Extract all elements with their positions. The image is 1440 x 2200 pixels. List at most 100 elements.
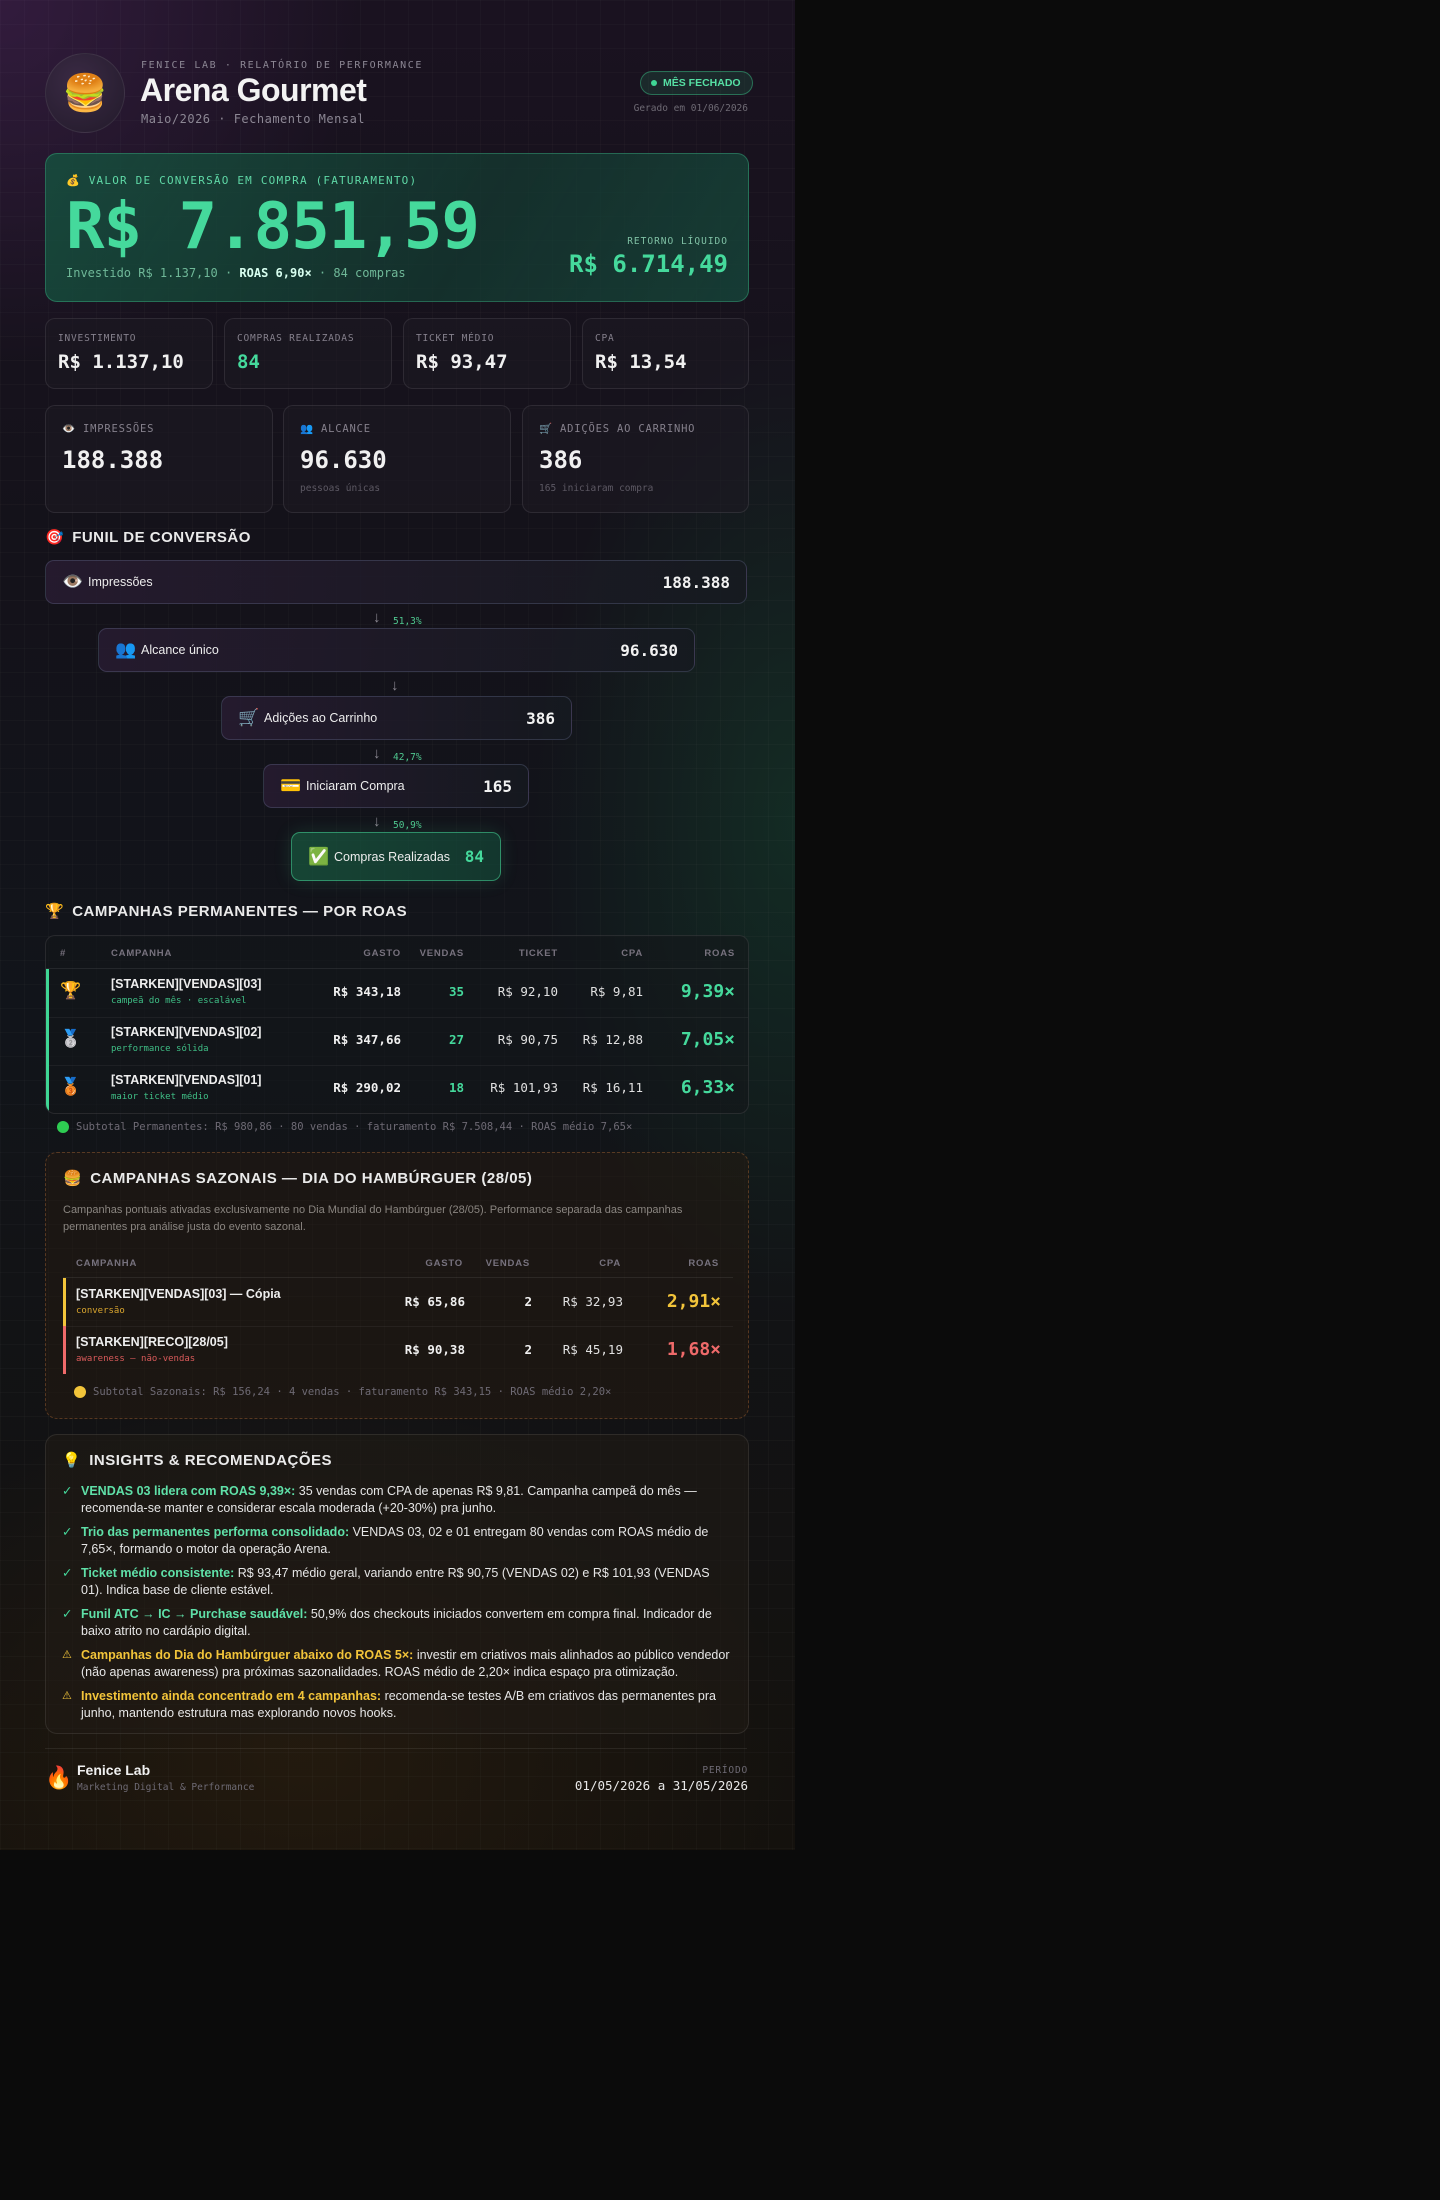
cpa-cell: R$ 16,11	[582, 1080, 643, 1095]
metric-value: 96.630	[300, 446, 387, 474]
net-return-value: R$ 6.714,49	[569, 250, 728, 278]
funnel-step-label: Alcance único	[141, 643, 219, 657]
table-row[interactable]: 🥉 [STARKEN][VENDAS][01] maior ticket méd…	[46, 1065, 748, 1113]
status-dot-icon	[651, 80, 657, 86]
warning-icon: ⚠	[62, 1649, 72, 1661]
metric-value: 188.388	[62, 446, 164, 474]
column-header: CAMPANHA	[111, 948, 173, 959]
check-mark-icon: ✅	[308, 846, 330, 866]
cpa-cell: R$ 32,93	[562, 1294, 623, 1309]
seasonal-subtotal: Subtotal Sazonais: R$ 156,24 · 4 vendas …	[74, 1386, 611, 1398]
insight-item: ✓ Trio das permanentes performa consolid…	[62, 1524, 732, 1557]
funnel-step-value: 386	[526, 708, 555, 728]
funnel-rate: 42,7%	[393, 752, 422, 763]
purchases-text: 84 compras	[333, 266, 406, 280]
table-row[interactable]: [STARKEN][VENDAS][03] — Cópia conversão …	[63, 1278, 733, 1326]
funnel-step-label: Impressões	[88, 575, 153, 589]
funnel-step-value: 188.388	[662, 572, 730, 592]
ticket-cell: R$ 101,93	[490, 1080, 558, 1095]
column-header: CPA	[621, 948, 643, 959]
column-header: VENDAS	[485, 1258, 530, 1269]
green-circle-icon	[57, 1121, 69, 1133]
roas-cell: 7,05×	[680, 1029, 735, 1050]
kpi-label: TICKET MÉDIO	[416, 333, 495, 344]
burger-icon: 🍔	[63, 1170, 83, 1187]
metric-card-impressions: 👁️ IMPRESSÕES 188.388	[45, 405, 273, 513]
status-badge-label: MÊS FECHADO	[663, 77, 741, 89]
sales-cell: 27	[448, 1032, 464, 1047]
row-accent	[63, 1278, 66, 1326]
report-kicker: FENICE LAB · RELATÓRIO DE PERFORMANCE	[141, 60, 423, 71]
silver-medal-icon: 🥈	[60, 1029, 82, 1048]
funnel-rate: 50,9%	[393, 820, 422, 831]
report-page: 🍔 FENICE LAB · RELATÓRIO DE PERFORMANCE …	[0, 0, 795, 1850]
row-accent	[46, 1065, 49, 1113]
footer-divider	[45, 1748, 747, 1749]
insights-list: ✓ VENDAS 03 lidera com ROAS 9,39×: 35 ve…	[62, 1483, 732, 1729]
hero-label: 💰 VALOR DE CONVERSÃO EM COMPRA (FATURAME…	[66, 174, 418, 187]
check-icon: ✓	[62, 1484, 73, 1498]
trophy-icon: 🏆	[45, 903, 65, 920]
insight-head: VENDAS 03 lidera com ROAS 9,39×:	[81, 1484, 296, 1498]
seasonal-campaigns-card: 🍔 CAMPANHAS SAZONAIS — DIA DO HAMBÚRGUER…	[45, 1152, 749, 1419]
sales-cell: 35	[448, 984, 464, 999]
kpi-card-purchases: COMPRAS REALIZADAS 84	[224, 318, 392, 389]
footer-period-label: PERÍODO	[702, 1765, 748, 1776]
insights-title: 💡 INSIGHTS & RECOMENDAÇÕES	[62, 1451, 333, 1470]
money-bag-icon: 💰	[66, 174, 81, 187]
revenue-hero-card: 💰 VALOR DE CONVERSÃO EM COMPRA (FATURAME…	[45, 153, 749, 302]
funnel-step-add-to-cart: 🛒 Adições ao Carrinho 386	[221, 696, 572, 740]
permanent-subtotal: Subtotal Permanentes: R$ 980,86 · 80 ven…	[57, 1121, 632, 1133]
insight-head: Ticket médio consistente:	[81, 1566, 235, 1580]
table-row[interactable]: 🏆 [STARKEN][VENDAS][03] campeã do mês · …	[46, 969, 748, 1017]
funnel-step-value: 96.630	[620, 640, 678, 660]
funnel-step-reach: 👥 Alcance único 96.630	[98, 628, 695, 672]
yellow-circle-icon	[74, 1386, 86, 1398]
spend-cell: R$ 290,02	[333, 1080, 401, 1095]
generated-date: Gerado em 01/06/2026	[633, 103, 748, 114]
insight-item: ✓ Funil ATC → IC → Purchase saudável: 50…	[62, 1606, 732, 1639]
fire-icon: 🔥	[45, 1765, 73, 1790]
target-icon: 🎯	[45, 529, 65, 546]
metric-card-add-to-cart: 🛒 ADIÇÕES AO CARRINHO 386 165 iniciaram …	[522, 405, 749, 513]
check-icon: ✓	[62, 1566, 73, 1580]
campaign-name: [STARKEN][VENDAS][01]	[111, 1073, 262, 1087]
cart-icon: 🛒	[539, 423, 553, 435]
campaign-tag: awareness — não-vendas	[76, 1354, 196, 1364]
cpa-cell: R$ 45,19	[562, 1342, 623, 1357]
funnel-step-impressions: 👁️ Impressões 188.388	[45, 560, 747, 604]
spend-cell: R$ 90,38	[404, 1342, 465, 1357]
ticket-cell: R$ 90,75	[497, 1032, 558, 1047]
metric-note: pessoas únicas	[300, 483, 381, 494]
table-row[interactable]: 🥈 [STARKEN][VENDAS][02] performance sóli…	[46, 1017, 748, 1065]
check-icon: ✓	[62, 1525, 73, 1539]
insight-item: ✓ VENDAS 03 lidera com ROAS 9,39×: 35 ve…	[62, 1483, 732, 1516]
campaign-name: [STARKEN][RECO][28/05]	[76, 1335, 228, 1349]
credit-card-icon: 💳	[280, 776, 302, 795]
cpa-cell: R$ 12,88	[582, 1032, 643, 1047]
revenue-value: R$ 7.851,59	[66, 190, 480, 264]
funnel-step-value: 84	[464, 847, 484, 866]
roas-cell: 9,39×	[680, 981, 735, 1002]
seasonal-campaigns-title: 🍔 CAMPANHAS SAZONAIS — DIA DO HAMBÚRGUER…	[63, 1169, 533, 1188]
cpa-cell: R$ 9,81	[590, 984, 643, 999]
kpi-label: COMPRAS REALIZADAS	[237, 333, 355, 344]
cart-icon: 🛒	[238, 708, 260, 727]
row-accent	[46, 969, 49, 1017]
footer-brand: Fenice Lab	[77, 1762, 151, 1778]
column-header: TICKET	[518, 948, 558, 959]
kpi-label: INVESTIMENTO	[58, 333, 137, 344]
kpi-label: CPA	[595, 333, 615, 344]
seasonal-description: Campanhas pontuais ativadas exclusivamen…	[63, 1204, 683, 1233]
burger-icon: 🍔	[45, 53, 125, 133]
kpi-card-cpa: CPA R$ 13,54	[582, 318, 749, 389]
column-header: GASTO	[363, 948, 401, 959]
table-row[interactable]: [STARKEN][RECO][28/05] awareness — não-v…	[63, 1326, 733, 1374]
insights-card: 💡 INSIGHTS & RECOMENDAÇÕES ✓ VENDAS 03 l…	[45, 1434, 749, 1734]
footer-period: 01/05/2026 a 31/05/2026	[574, 1778, 748, 1793]
row-accent	[46, 1017, 49, 1065]
arrow-down-icon: ↓	[373, 609, 381, 626]
check-icon: ✓	[62, 1607, 73, 1621]
campaign-tag: maior ticket médio	[111, 1092, 209, 1102]
column-header: GASTO	[425, 1258, 463, 1269]
